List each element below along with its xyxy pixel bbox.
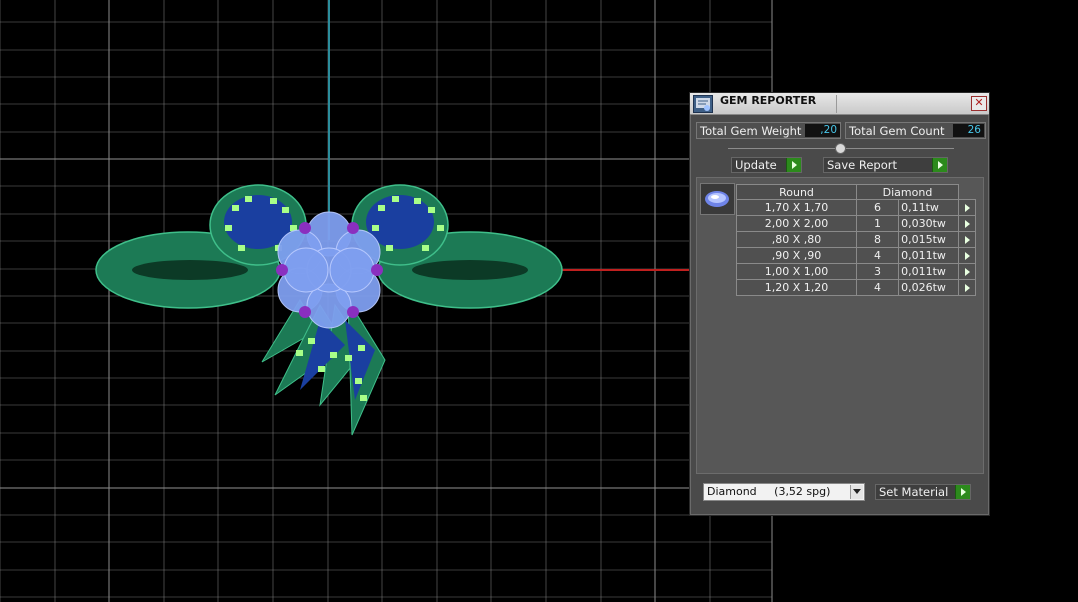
accent-baguette bbox=[245, 196, 252, 202]
material-select-value: Diamond (3,52 spg) bbox=[707, 485, 831, 498]
row-size: ,80 X ,80 bbox=[736, 231, 857, 248]
prong bbox=[276, 264, 288, 276]
row-size: 1,20 X 1,20 bbox=[736, 279, 857, 296]
accent-baguette bbox=[392, 196, 399, 202]
total-gem-count: Total Gem Count 26 bbox=[845, 122, 986, 139]
gem-table: Round Diamond 1,70 X 1,70 6 0,11tw 2,00 … bbox=[736, 184, 976, 296]
row-count: 8 bbox=[855, 231, 900, 248]
accent-baguette bbox=[437, 225, 444, 231]
row-weight: 0,011tw bbox=[898, 263, 959, 280]
arrow-right-icon[interactable] bbox=[958, 247, 976, 264]
column-header-material: Diamond bbox=[856, 184, 959, 200]
prong bbox=[299, 306, 311, 318]
total-gem-weight-value: ,20 bbox=[805, 124, 840, 137]
save-report-button[interactable]: Save Report bbox=[823, 157, 948, 173]
row-weight: 0,015tw bbox=[898, 231, 959, 248]
accent-baguette bbox=[378, 205, 385, 211]
row-weight: 0,030tw bbox=[898, 215, 959, 232]
row-count: 4 bbox=[855, 279, 900, 296]
panel-title: GEM REPORTER bbox=[720, 94, 817, 107]
row-size: ,90 X ,90 bbox=[736, 247, 857, 264]
title-separator bbox=[836, 95, 837, 113]
row-count: 6 bbox=[855, 199, 900, 216]
accent-baguette bbox=[330, 352, 337, 358]
total-gem-weight: Total Gem Weight ,20 bbox=[696, 122, 841, 139]
arrow-right-icon bbox=[955, 485, 970, 499]
prong bbox=[347, 222, 359, 234]
accent-baguette bbox=[428, 207, 435, 213]
accent-baguette bbox=[296, 350, 303, 356]
accent-baguette bbox=[386, 245, 393, 251]
table-row[interactable]: ,90 X ,90 4 0,011tw bbox=[736, 247, 976, 264]
arrow-right-icon bbox=[786, 158, 801, 172]
gem-reporter-panel: GEM REPORTER ✕ Total Gem Weight ,20 Tota… bbox=[689, 92, 990, 516]
gem-round-icon[interactable] bbox=[700, 183, 735, 215]
accent-baguette bbox=[318, 366, 325, 372]
panel-slider-knob[interactable] bbox=[835, 143, 846, 154]
table-row[interactable]: ,80 X ,80 8 0,015tw bbox=[736, 231, 976, 248]
chevron-down-icon[interactable] bbox=[850, 485, 863, 499]
total-gem-weight-label: Total Gem Weight bbox=[700, 124, 802, 138]
material-select[interactable]: Diamond (3,52 spg) bbox=[703, 483, 865, 501]
accent-baguette bbox=[372, 225, 379, 231]
table-row[interactable]: 1,70 X 1,70 6 0,11tw bbox=[736, 199, 976, 216]
accent-baguette bbox=[238, 245, 245, 251]
row-size: 1,70 X 1,70 bbox=[736, 199, 857, 216]
update-button[interactable]: Update bbox=[731, 157, 802, 173]
table-row[interactable]: 1,00 X 1,00 3 0,011tw bbox=[736, 263, 976, 280]
center-stone bbox=[329, 247, 375, 293]
ribbon-loop-hole-left bbox=[132, 260, 248, 280]
panel-titlebar[interactable]: GEM REPORTER ✕ bbox=[690, 93, 989, 115]
accent-baguette bbox=[270, 198, 277, 204]
row-size: 2,00 X 2,00 bbox=[736, 215, 857, 232]
update-button-label: Update bbox=[735, 158, 777, 172]
row-weight: 0,026tw bbox=[898, 279, 959, 296]
table-row[interactable]: 1,20 X 1,20 4 0,026tw bbox=[736, 279, 976, 296]
center-stone bbox=[283, 247, 329, 293]
accent-baguette bbox=[355, 378, 362, 384]
arrow-right-icon bbox=[932, 158, 947, 172]
arrow-right-icon[interactable] bbox=[958, 199, 976, 216]
arrow-right-icon[interactable] bbox=[958, 263, 976, 280]
set-material-button[interactable]: Set Material bbox=[875, 484, 971, 500]
accent-baguette bbox=[282, 207, 289, 213]
arrow-right-icon[interactable] bbox=[958, 231, 976, 248]
total-gem-count-label: Total Gem Count bbox=[849, 124, 945, 138]
arrow-right-icon[interactable] bbox=[958, 215, 976, 232]
set-material-button-label: Set Material bbox=[879, 485, 949, 499]
ribbon-loop-hole-right bbox=[412, 260, 528, 280]
row-count: 4 bbox=[855, 247, 900, 264]
prong bbox=[347, 306, 359, 318]
prong bbox=[371, 264, 383, 276]
column-header-shape: Round bbox=[736, 184, 857, 200]
accent-baguette bbox=[358, 345, 365, 351]
row-count: 1 bbox=[855, 215, 900, 232]
accent-baguette bbox=[308, 338, 315, 344]
row-weight: 0,011tw bbox=[898, 247, 959, 264]
accent-baguette bbox=[414, 198, 421, 204]
total-gem-count-value: 26 bbox=[953, 124, 984, 137]
row-weight: 0,11tw bbox=[898, 199, 959, 216]
accent-baguette bbox=[232, 205, 239, 211]
accent-baguette bbox=[360, 395, 367, 401]
prong bbox=[299, 222, 311, 234]
accent-baguette bbox=[225, 225, 232, 231]
close-icon[interactable]: ✕ bbox=[971, 96, 987, 111]
gem-list-area: Round Diamond 1,70 X 1,70 6 0,11tw 2,00 … bbox=[696, 177, 984, 474]
save-report-button-label: Save Report bbox=[827, 158, 898, 172]
row-count: 3 bbox=[855, 263, 900, 280]
accent-baguette bbox=[422, 245, 429, 251]
arrow-right-icon[interactable] bbox=[958, 279, 976, 296]
table-row[interactable]: 2,00 X 2,00 1 0,030tw bbox=[736, 215, 976, 232]
accent-baguette bbox=[345, 355, 352, 361]
gem-reporter-icon bbox=[693, 95, 713, 113]
row-size: 1,00 X 1,00 bbox=[736, 263, 857, 280]
